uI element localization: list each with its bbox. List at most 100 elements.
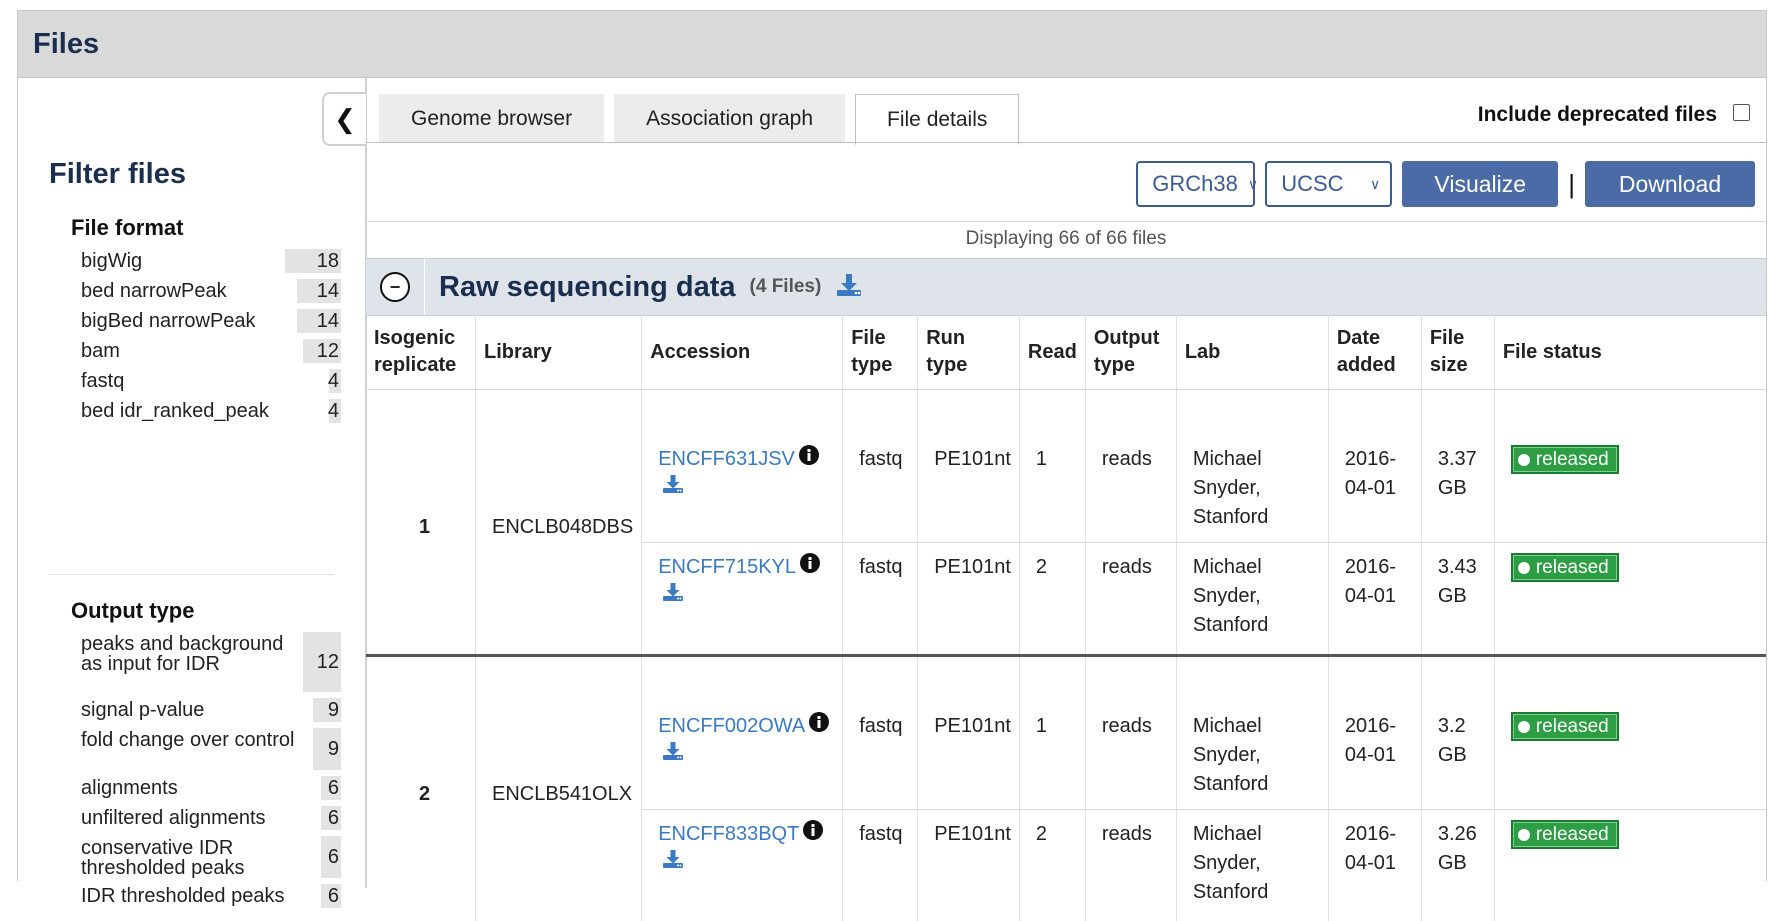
download-button[interactable]: Download (1585, 161, 1755, 207)
file-type: fastq (843, 543, 918, 656)
status-badge: released (1511, 445, 1619, 474)
browser-select[interactable]: UCSC ∨ (1265, 161, 1392, 207)
lab-name: Michael Snyder, Stanford (1176, 543, 1328, 656)
info-icon[interactable] (800, 553, 820, 582)
facet-item[interactable]: bed narrowPeak14 (71, 279, 341, 303)
file-size: 3.43 GB (1421, 543, 1494, 656)
file-size: 3.2 GB (1421, 656, 1494, 810)
facet-title: File format (71, 215, 341, 241)
assembly-value: GRCh38 (1152, 171, 1238, 197)
collapse-sidebar-button[interactable]: ❮ (322, 92, 366, 146)
status-badge: released (1511, 712, 1619, 741)
facet-item-label: bed idr_ranked_peak (71, 399, 329, 423)
visualize-button[interactable]: Visualize (1402, 161, 1558, 207)
date-added: 2016-04-01 (1328, 390, 1421, 543)
accession-link[interactable]: ENCFF833BQT (658, 823, 799, 845)
col-run-type[interactable]: Run type (918, 315, 1020, 390)
download-icon[interactable] (662, 741, 684, 770)
section-title: Raw sequencing data (439, 271, 736, 304)
status-label: released (1536, 446, 1609, 474)
facet-item-count: 14 (297, 309, 341, 333)
controls-divider (366, 221, 1766, 222)
chevron-left-icon: ❮ (334, 104, 356, 135)
col-date-added[interactable]: Date added (1328, 315, 1421, 390)
col-isogenic-replicate[interactable]: Isogenic replicate (366, 315, 476, 390)
download-icon[interactable] (662, 849, 684, 878)
facet-item[interactable]: unfiltered alignments6 (71, 806, 341, 830)
panel-header: Files (18, 11, 1766, 78)
facet-item-count: 6 (321, 836, 341, 878)
col-library[interactable]: Library (476, 315, 642, 390)
facet-item[interactable]: conservative IDR thresholded peaks6 (71, 836, 341, 878)
col-lab[interactable]: Lab (1176, 315, 1328, 390)
include-deprecated-checkbox[interactable] (1733, 104, 1750, 121)
facet-divider (48, 574, 334, 575)
facet-item[interactable]: bed idr_ranked_peak4 (71, 399, 341, 423)
facet-item[interactable]: bam12 (71, 339, 341, 363)
col-file-status[interactable]: File status (1494, 315, 1766, 390)
chevron-down-icon: ∨ (1248, 176, 1258, 193)
library-id: ENCLB541OLX (476, 656, 642, 921)
tab-file-details[interactable]: File details (855, 94, 1019, 145)
view-tabs: Genome browser Association graph File de… (379, 94, 1019, 144)
library-id: ENCLB048DBS (476, 390, 642, 656)
col-accession[interactable]: Accession (642, 315, 843, 390)
facet-item[interactable]: signal p-value9 (71, 698, 341, 722)
download-icon[interactable] (662, 474, 684, 503)
facet-item-count: 4 (329, 369, 341, 393)
file-size: 3.37 GB (1421, 390, 1494, 543)
facet-item-count: 6 (321, 806, 341, 830)
assembly-select[interactable]: GRCh38 ∨ (1136, 161, 1255, 207)
run-type: PE101nt (918, 390, 1020, 543)
facet-item[interactable]: bigBed narrowPeak14 (71, 309, 341, 333)
status-cell: released (1494, 543, 1766, 656)
chevron-down-icon: ∨ (1370, 176, 1380, 193)
facet-item[interactable]: peaks and background as input for IDR12 (71, 632, 341, 692)
replicate-number: 1 (366, 390, 476, 656)
tab-genome-browser[interactable]: Genome browser (379, 94, 604, 143)
tab-association-graph[interactable]: Association graph (614, 94, 845, 143)
status-dot-icon (1518, 721, 1530, 733)
status-cell: released (1494, 656, 1766, 810)
date-added: 2016-04-01 (1328, 543, 1421, 656)
facet-item-label: fastq (71, 369, 329, 393)
status-dot-icon (1518, 829, 1530, 841)
accession-link[interactable]: ENCFF631JSV (658, 448, 795, 470)
file-type: fastq (843, 810, 918, 921)
date-added: 2016-04-01 (1328, 656, 1421, 810)
facet-item-count: 12 (303, 632, 341, 692)
facet-item-label: fold change over control (71, 728, 313, 770)
facet-item-label: alignments (71, 776, 321, 800)
facet-item[interactable]: alignments6 (71, 776, 341, 800)
col-file-type[interactable]: File type (843, 315, 918, 390)
lab-name: Michael Snyder, Stanford (1176, 810, 1328, 921)
info-icon[interactable] (803, 820, 823, 849)
collapse-section-button[interactable]: − (380, 272, 410, 302)
facet-item[interactable]: IDR thresholded peaks6 (71, 884, 341, 908)
include-deprecated-label: Include deprecated files (1478, 103, 1717, 127)
run-type: PE101nt (918, 656, 1020, 810)
run-type: PE101nt (918, 810, 1020, 921)
col-output-type[interactable]: Output type (1085, 315, 1176, 390)
files-table: Isogenic replicate Library Accession Fil… (366, 315, 1766, 921)
date-added: 2016-04-01 (1328, 810, 1421, 921)
facet-item-label: bed narrowPeak (71, 279, 297, 303)
col-read[interactable]: Read (1019, 315, 1085, 390)
facet-item-count: 6 (321, 776, 341, 800)
facet-item-label: bam (71, 339, 303, 363)
accession-cell: ENCFF002OWA (642, 656, 843, 810)
facet-item[interactable]: bigWig18 (71, 249, 341, 273)
info-icon[interactable] (799, 445, 819, 474)
info-icon[interactable] (809, 712, 829, 741)
download-section-icon[interactable] (835, 272, 863, 303)
col-file-size[interactable]: File size (1421, 315, 1494, 390)
output-type: reads (1085, 656, 1176, 810)
facet-item[interactable]: fastq4 (71, 369, 341, 393)
facet-item[interactable]: fold change over control9 (71, 728, 341, 770)
visualize-controls: GRCh38 ∨ UCSC ∨ Visualize | Download (1136, 161, 1755, 207)
facet-item-count: 9 (313, 728, 341, 770)
accession-link[interactable]: ENCFF002OWA (658, 715, 805, 737)
download-icon[interactable] (662, 582, 684, 611)
accession-link[interactable]: ENCFF715KYL (658, 556, 796, 578)
facet-item-label: unfiltered alignments (71, 806, 321, 830)
